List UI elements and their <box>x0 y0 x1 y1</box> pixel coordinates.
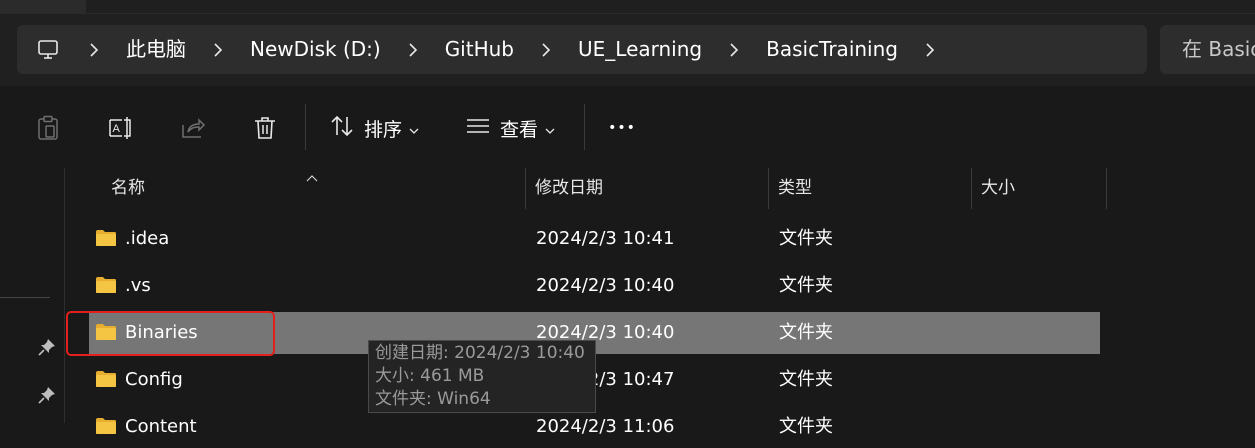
file-list: 名称 修改日期 类型 大小 .idea 2024/2/3 10:41 文件夹 .… <box>65 168 1255 437</box>
file-row[interactable]: .vs 2024/2/3 10:40 文件夹 <box>89 265 1100 307</box>
column-header-size[interactable]: 大小 <box>981 168 1015 209</box>
chevron-right-icon[interactable] <box>203 25 233 74</box>
search-placeholder: 在 BasicTraining 中搜索 <box>1182 37 1255 61</box>
column-header-type[interactable]: 类型 <box>778 168 812 209</box>
file-type: 文件夹 <box>779 369 833 390</box>
sort-icon <box>330 115 354 141</box>
file-type: 文件夹 <box>779 228 833 249</box>
file-name: Content <box>125 416 197 437</box>
column-divider[interactable] <box>768 168 769 209</box>
column-header-name[interactable]: 名称 <box>111 168 145 209</box>
sort-label: 排序 <box>364 118 403 141</box>
view-button[interactable]: 查看 <box>466 100 555 156</box>
command-bar: A 排序 查看 ••• <box>0 86 1255 169</box>
column-divider[interactable] <box>1106 168 1107 209</box>
window-title-strip <box>0 0 1255 14</box>
toolbar-divider <box>305 104 306 150</box>
column-divider[interactable] <box>525 168 526 209</box>
file-tooltip: 创建日期: 2024/2/3 10:40 大小: 461 MB 文件夹: Win… <box>368 340 596 413</box>
file-date: 2024/2/3 10:41 <box>536 228 675 249</box>
file-type: 文件夹 <box>779 275 833 296</box>
breadcrumb-basictraining[interactable]: BasicTraining <box>749 25 915 74</box>
folder-icon <box>96 230 116 246</box>
rename-icon[interactable]: A <box>100 100 140 156</box>
breadcrumb-this-pc[interactable]: 此电脑 <box>109 25 203 74</box>
file-name: .idea <box>125 228 170 249</box>
sort-ascending-icon <box>305 168 319 187</box>
column-header-date[interactable]: 修改日期 <box>535 168 603 209</box>
file-type: 文件夹 <box>779 322 833 343</box>
tooltip-size: 大小: 461 MB <box>375 366 485 386</box>
folder-icon <box>96 418 116 434</box>
file-row[interactable]: .idea 2024/2/3 10:41 文件夹 <box>89 218 1100 260</box>
tooltip-folder: 文件夹: Win64 <box>375 389 491 409</box>
sort-button[interactable]: 排序 <box>330 100 419 156</box>
more-options-button[interactable]: ••• <box>603 100 641 156</box>
navigation-pane <box>0 168 65 423</box>
breadcrumb-github[interactable]: GitHub <box>428 25 531 74</box>
nav-divider <box>0 297 50 298</box>
chevron-right-icon[interactable] <box>531 25 561 74</box>
file-date: 2024/2/3 10:40 <box>536 275 675 296</box>
more-dots-icon: ••• <box>608 120 636 136</box>
chevron-down-icon <box>545 119 555 138</box>
breadcrumb-newdisk[interactable]: NewDisk (D:) <box>233 25 398 74</box>
tab-strip <box>86 0 1255 13</box>
view-label: 查看 <box>500 118 539 141</box>
chevron-right-icon[interactable] <box>398 25 428 74</box>
breadcrumb-ue-learning[interactable]: UE_Learning <box>561 25 719 74</box>
svg-text:A: A <box>113 123 121 135</box>
paste-icon[interactable] <box>28 100 68 156</box>
chevron-down-icon <box>409 119 419 138</box>
file-name: Config <box>125 369 183 390</box>
toolbar-divider <box>584 104 585 150</box>
column-divider[interactable] <box>971 168 972 209</box>
view-list-icon <box>466 118 490 138</box>
chevron-right-icon[interactable] <box>915 25 945 74</box>
tooltip-created: 创建日期: 2024/2/3 10:40 <box>375 343 585 363</box>
file-name: .vs <box>125 275 151 296</box>
pin-icon[interactable] <box>37 385 57 405</box>
chevron-right-icon[interactable] <box>79 25 109 74</box>
address-row: 此电脑 NewDisk (D:) GitHub UE_Learning Basi… <box>0 14 1255 86</box>
search-box[interactable]: 在 BasicTraining 中搜索 <box>1160 25 1255 74</box>
highlight-annotation-box <box>66 311 275 356</box>
folder-icon <box>96 371 116 387</box>
this-pc-icon[interactable] <box>17 25 79 74</box>
delete-icon[interactable] <box>245 100 285 156</box>
address-bar[interactable]: 此电脑 NewDisk (D:) GitHub UE_Learning Basi… <box>17 25 1147 74</box>
file-type: 文件夹 <box>779 416 833 437</box>
share-icon[interactable] <box>173 100 213 156</box>
folder-icon <box>96 277 116 293</box>
pin-icon[interactable] <box>37 337 57 357</box>
chevron-right-icon[interactable] <box>719 25 749 74</box>
